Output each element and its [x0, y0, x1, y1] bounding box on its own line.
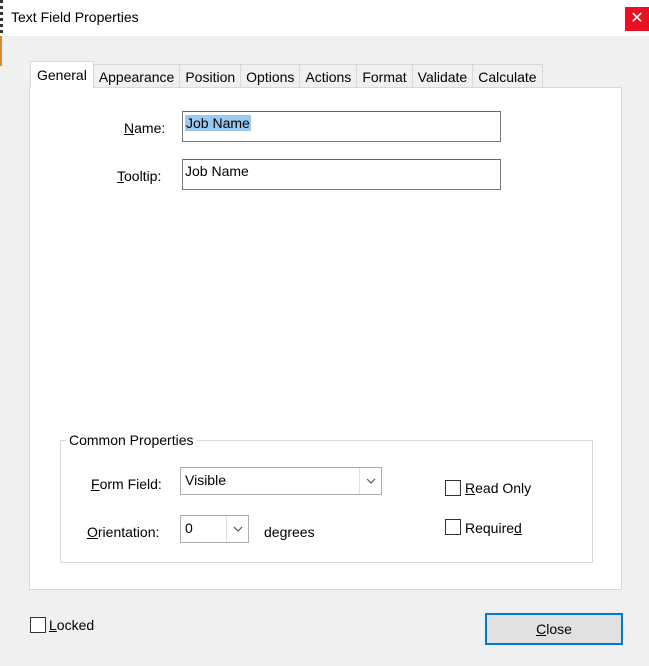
common-properties-group: [60, 440, 593, 563]
window-edge-accent: [0, 36, 2, 66]
form-field-label: Form Field:: [91, 476, 162, 492]
tab-strip: General Appearance Position Options Acti…: [30, 61, 543, 88]
tab-actions[interactable]: Actions: [300, 64, 358, 88]
orientation-label: Orientation:: [87, 524, 160, 540]
window-title: Text Field Properties: [11, 9, 139, 25]
locked-label: Locked: [49, 617, 95, 633]
close-icon[interactable]: ✕: [625, 7, 649, 31]
tooltip-input-value: Job Name: [185, 163, 249, 179]
tab-format[interactable]: Format: [357, 64, 413, 88]
close-button-label: Close: [536, 621, 572, 637]
required-label: Required: [465, 520, 522, 536]
orientation-value: 0: [185, 520, 193, 536]
tooltip-input[interactable]: Job Name: [182, 159, 501, 190]
window-edge: [0, 0, 3, 36]
tab-general[interactable]: General: [30, 61, 94, 88]
tab-options[interactable]: Options: [241, 64, 301, 88]
tab-appearance[interactable]: Appearance: [93, 64, 181, 88]
locked-checkbox[interactable]: [30, 617, 46, 633]
tooltip-label: Tooltip:: [117, 168, 162, 184]
name-label: Name:: [124, 120, 166, 136]
tab-calculate[interactable]: Calculate: [473, 64, 543, 88]
title-bar: Text Field Properties ✕: [0, 0, 649, 36]
form-field-value: Visible: [185, 472, 226, 488]
tab-position[interactable]: Position: [180, 64, 242, 88]
required-checkbox[interactable]: [445, 519, 461, 535]
read-only-checkbox[interactable]: [445, 480, 461, 496]
tab-validate[interactable]: Validate: [412, 64, 474, 88]
degrees-label: degrees: [264, 524, 315, 540]
name-input[interactable]: Job Name: [182, 111, 501, 142]
close-button[interactable]: Close: [485, 613, 623, 645]
name-input-value: Job Name: [185, 115, 251, 131]
common-properties-legend: Common Properties: [66, 432, 197, 448]
chevron-down-icon: [359, 468, 381, 494]
chevron-down-icon: [226, 516, 248, 542]
read-only-label: Read Only: [465, 480, 532, 496]
form-field-dropdown[interactable]: Visible: [180, 467, 382, 495]
orientation-dropdown[interactable]: 0: [180, 515, 249, 543]
